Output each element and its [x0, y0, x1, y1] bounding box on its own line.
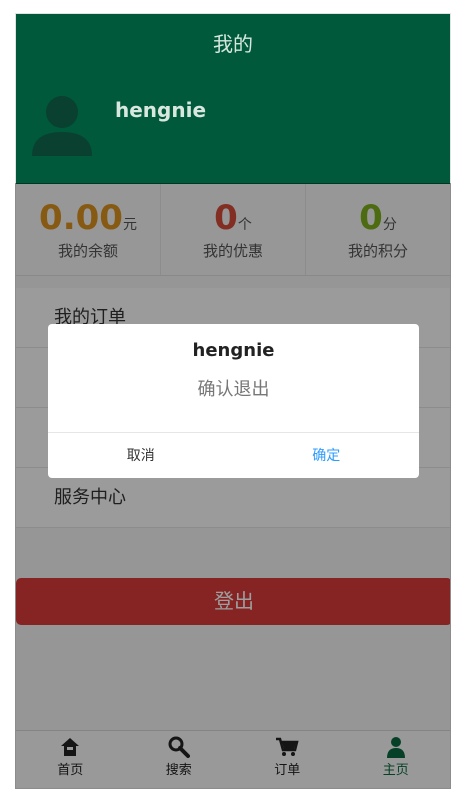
dialog-title: hengnie: [192, 340, 275, 361]
dialog-message: 确认退出: [197, 379, 270, 400]
page-title: 我的: [213, 32, 253, 56]
avatar-icon: [32, 96, 92, 156]
modal-backdrop[interactable]: [15, 183, 451, 789]
confirm-button[interactable]: 确定: [234, 433, 420, 478]
profile-header: 我的 hengnie: [16, 14, 450, 184]
username: hengnie: [115, 98, 207, 122]
cancel-button[interactable]: 取消: [48, 433, 234, 478]
logout-confirm-dialog: hengnie 确认退出 取消 确定: [48, 324, 419, 478]
dialog-actions: 取消 确定: [48, 432, 419, 478]
